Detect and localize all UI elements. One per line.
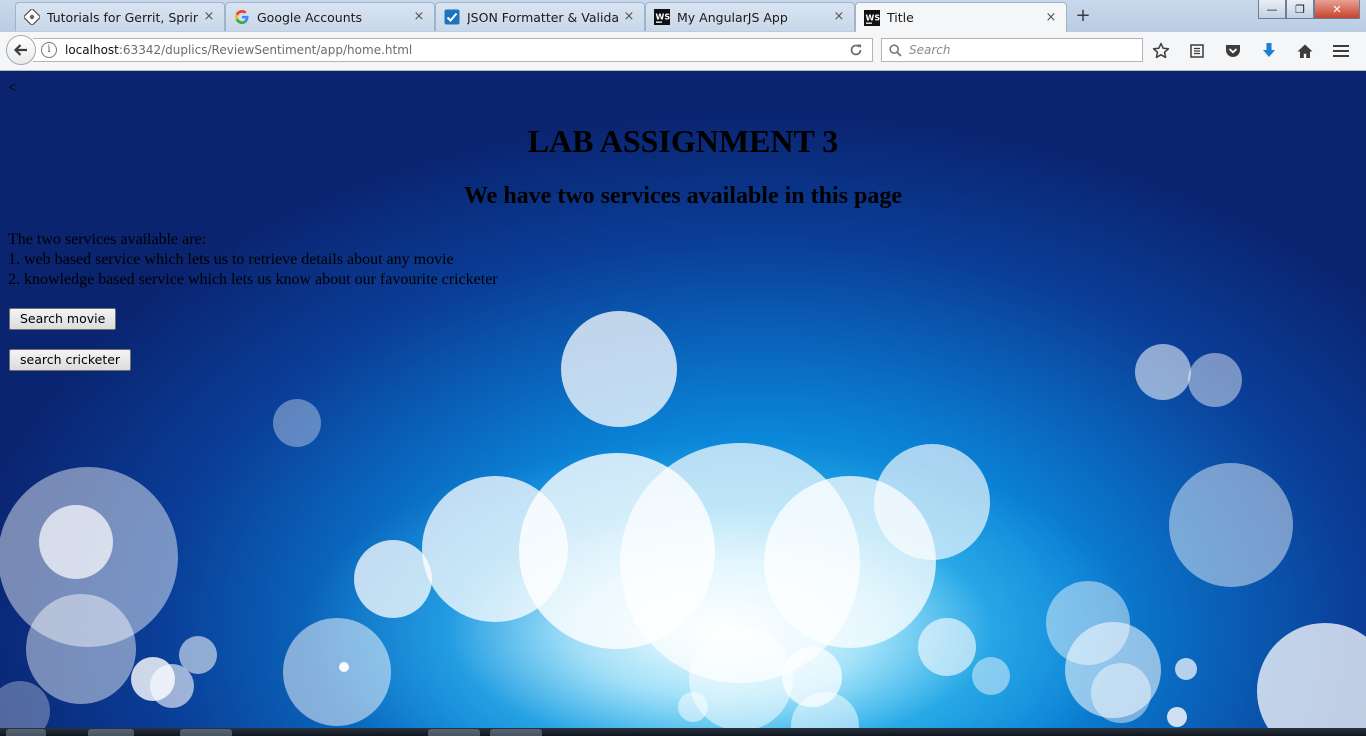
search-input[interactable] bbox=[907, 42, 1131, 58]
tab-label: Tutorials for Gerrit, Spring ... bbox=[47, 9, 198, 25]
tab-strip: Tutorials for Gerrit, Spring ... × Googl… bbox=[0, 0, 1366, 32]
bookmark-star-icon[interactable] bbox=[1150, 40, 1172, 62]
window-controls: — ❐ ✕ bbox=[1258, 0, 1360, 19]
tab-label: JSON Formatter & Validator bbox=[467, 9, 618, 25]
tab-json-formatter[interactable]: JSON Formatter & Validator × bbox=[435, 2, 645, 31]
tab-google-accounts[interactable]: Google Accounts × bbox=[225, 2, 435, 31]
gerrit-favicon-icon bbox=[24, 9, 40, 25]
page-subtitle: We have two services available in this p… bbox=[464, 183, 902, 209]
pocket-icon[interactable] bbox=[1222, 40, 1244, 62]
toolbar-icons bbox=[1150, 40, 1366, 62]
bokeh-background bbox=[0, 311, 1366, 736]
search-icon bbox=[888, 43, 902, 57]
home-icon[interactable] bbox=[1294, 40, 1316, 62]
back-button[interactable] bbox=[6, 35, 36, 65]
url-bar[interactable]: i localhost:63342/duplics/ReviewSentimen… bbox=[33, 38, 873, 62]
nav-toolbar: i localhost:63342/duplics/ReviewSentimen… bbox=[0, 32, 1366, 71]
svg-text:WS: WS bbox=[656, 13, 671, 22]
search-bar[interactable] bbox=[881, 38, 1143, 62]
reading-list-icon[interactable] bbox=[1186, 40, 1208, 62]
webstorm-favicon-icon: WS bbox=[864, 9, 881, 26]
browser-window: Tutorials for Gerrit, Spring ... × Googl… bbox=[0, 0, 1366, 736]
tab-label: Google Accounts bbox=[257, 9, 363, 25]
service-item-cricketer: 2. knowledge based service which lets us… bbox=[8, 271, 498, 288]
service-item-movie: 1. web based service which lets us to re… bbox=[8, 251, 454, 268]
reload-icon[interactable] bbox=[848, 42, 864, 58]
url-path: :63342/duplics/ReviewSentiment/app/home.… bbox=[118, 43, 413, 57]
url-host: localhost bbox=[65, 43, 119, 57]
checkmark-favicon-icon bbox=[444, 9, 460, 25]
new-tab-button[interactable]: + bbox=[1073, 6, 1093, 26]
search-movie-button[interactable]: Search movie bbox=[9, 308, 117, 330]
tab-label: My AngularJS App bbox=[677, 9, 788, 25]
google-favicon-icon bbox=[234, 9, 250, 25]
back-link[interactable]: < bbox=[8, 80, 16, 96]
download-icon[interactable] bbox=[1258, 40, 1280, 62]
close-window-button[interactable]: ✕ bbox=[1314, 0, 1360, 19]
close-tab-icon[interactable]: × bbox=[202, 10, 216, 24]
maximize-button[interactable]: ❐ bbox=[1286, 0, 1314, 19]
taskbar-item[interactable] bbox=[490, 729, 542, 736]
svg-text:WS: WS bbox=[866, 13, 881, 22]
page-content: < LAB ASSIGNMENT 3 We have two services … bbox=[0, 71, 1366, 736]
back-arrow-icon bbox=[13, 44, 27, 56]
os-taskbar bbox=[0, 728, 1366, 736]
taskbar-item[interactable] bbox=[428, 729, 480, 736]
site-info-icon[interactable]: i bbox=[41, 42, 57, 58]
menu-icon[interactable] bbox=[1330, 40, 1352, 62]
taskbar-item[interactable] bbox=[180, 729, 232, 736]
taskbar-item[interactable] bbox=[6, 729, 46, 736]
webstorm-favicon-icon: WS bbox=[654, 9, 670, 25]
tab-angularjs-app[interactable]: WS My AngularJS App × bbox=[645, 2, 855, 31]
tab-label: Title bbox=[887, 10, 914, 25]
search-cricketer-button[interactable]: search cricketer bbox=[9, 349, 132, 371]
close-tab-icon[interactable]: × bbox=[412, 10, 426, 24]
tab-gerrit-tutorials[interactable]: Tutorials for Gerrit, Spring ... × bbox=[15, 2, 225, 31]
services-description: The two services available are: 1. web b… bbox=[8, 230, 498, 290]
close-tab-icon[interactable]: × bbox=[832, 10, 846, 24]
close-tab-icon[interactable]: × bbox=[622, 10, 636, 24]
minimize-button[interactable]: — bbox=[1258, 0, 1286, 19]
close-tab-icon[interactable]: × bbox=[1044, 10, 1058, 25]
taskbar-item[interactable] bbox=[88, 729, 134, 736]
tab-title[interactable]: WS Title × bbox=[855, 2, 1067, 32]
page-title: LAB ASSIGNMENT 3 bbox=[527, 123, 839, 159]
services-intro: The two services available are: bbox=[8, 231, 207, 248]
